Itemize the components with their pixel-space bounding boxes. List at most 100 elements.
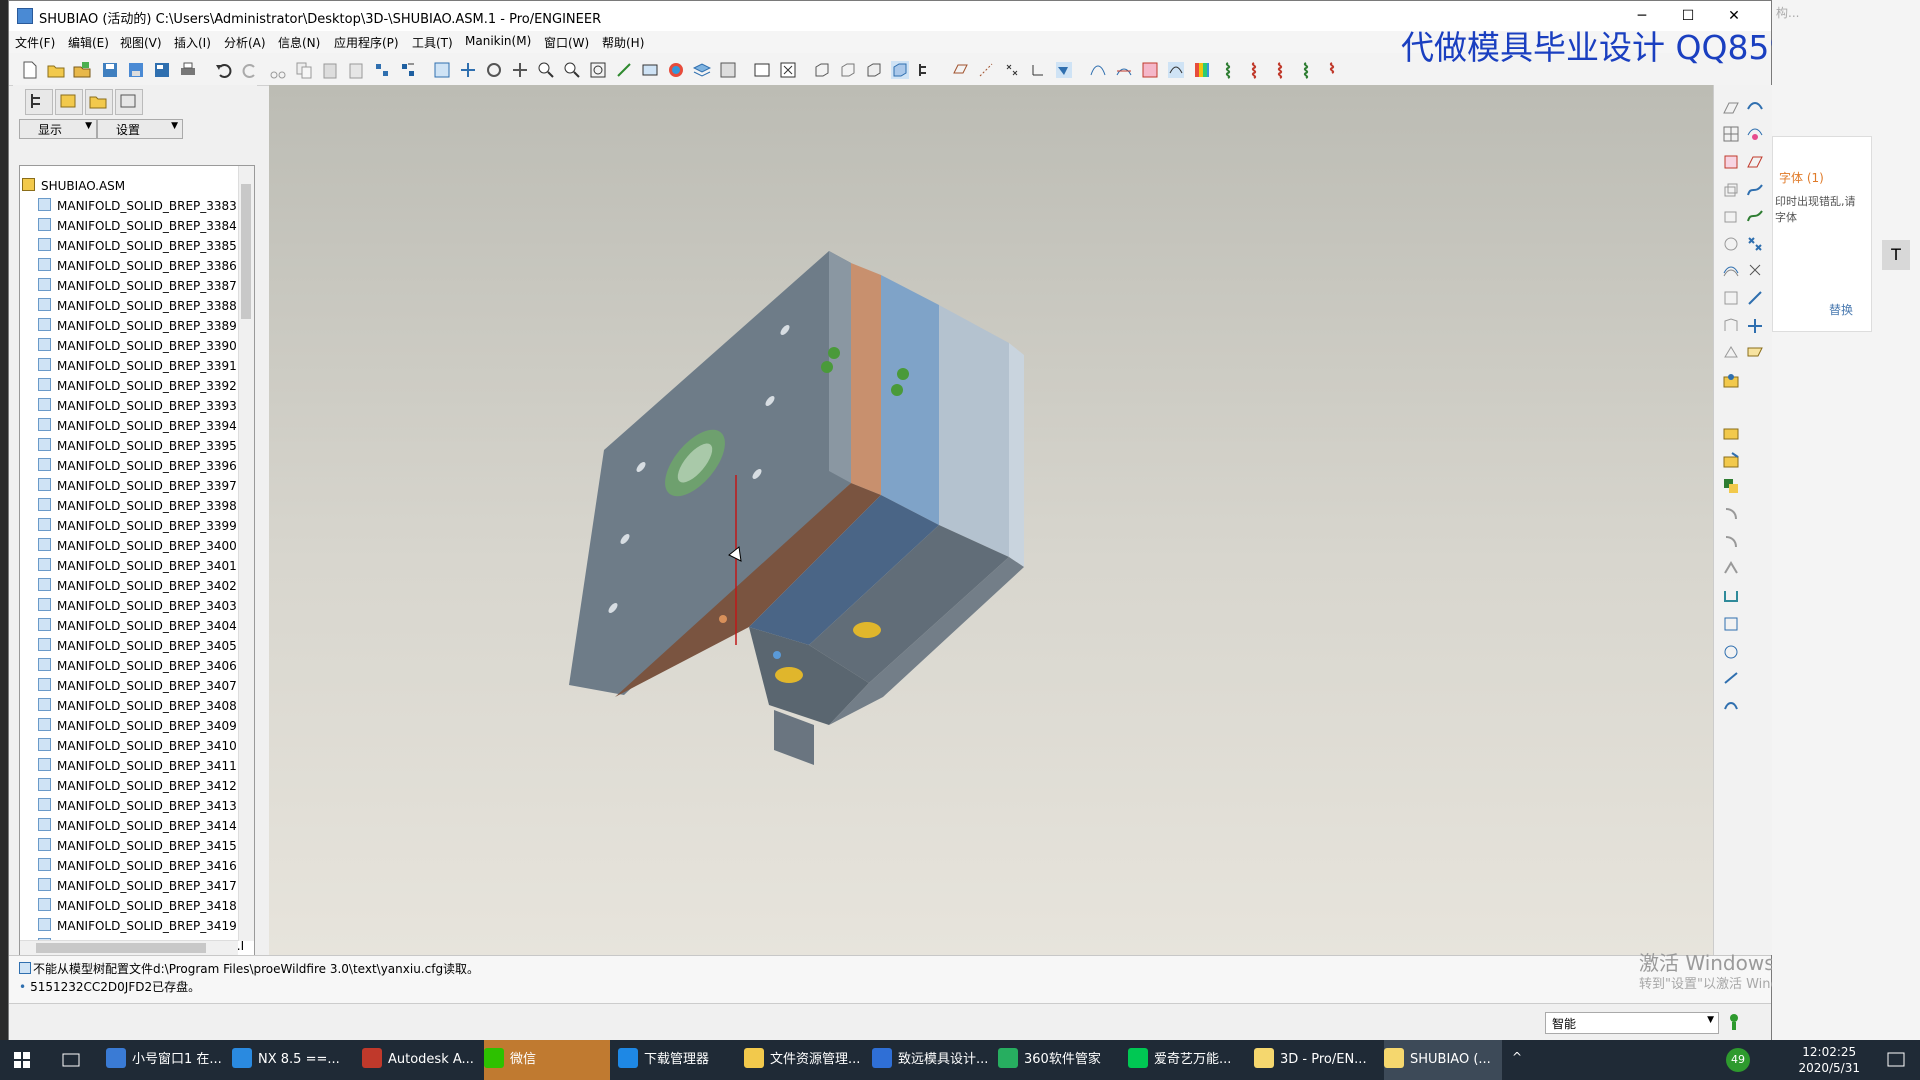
tree-item[interactable]: MANIFOLD_SOLID_BREP_3414.I [38, 818, 244, 838]
color-map-icon[interactable] [1193, 61, 1211, 79]
layers-icon[interactable] [693, 61, 711, 79]
print-icon[interactable] [179, 61, 197, 79]
model-tree-icon[interactable] [917, 61, 935, 79]
taskbar-item[interactable]: SHUBIAO (... [1384, 1040, 1502, 1080]
menu-file[interactable]: 文件(F) [15, 34, 55, 51]
menu-tools[interactable]: 工具(T) [412, 34, 453, 51]
appearance-icon[interactable] [667, 61, 685, 79]
saved-views-icon[interactable] [641, 61, 659, 79]
save-copy-icon[interactable] [127, 61, 145, 79]
rectangle-tool-icon[interactable] [1722, 153, 1740, 171]
tree-item[interactable]: MANIFOLD_SOLID_BREP_3396.I [38, 458, 244, 478]
tree-item[interactable]: MANIFOLD_SOLID_BREP_3397.I [38, 478, 244, 498]
tree-horizontal-scrollbar[interactable] [20, 940, 238, 956]
pan-icon[interactable] [511, 61, 529, 79]
regenerate-manager-icon[interactable] [399, 61, 417, 79]
no-hidden-icon[interactable] [865, 61, 883, 79]
tree-item[interactable]: MANIFOLD_SOLID_BREP_3385.I [38, 238, 244, 258]
taskbar-item[interactable]: 下载管理器 [618, 1040, 738, 1080]
spring-x-icon[interactable] [1323, 61, 1341, 79]
menu-window[interactable]: 窗口(W) [544, 34, 589, 51]
datum-plane-tool-icon[interactable] [1722, 99, 1740, 117]
zoom-out-icon[interactable] [563, 61, 581, 79]
cut-icon[interactable] [269, 61, 287, 79]
tree-item[interactable]: MANIFOLD_SOLID_BREP_3417.I [38, 878, 244, 898]
tree-item[interactable]: MANIFOLD_SOLID_BREP_3384.I [38, 218, 244, 238]
selection-filter[interactable]: 智能 ▼ [1545, 1012, 1719, 1034]
boundary-blend-icon[interactable] [1746, 125, 1764, 143]
grid-tool-icon[interactable] [1722, 125, 1740, 143]
tree-item[interactable]: MANIFOLD_SOLID_BREP_3403.I [38, 598, 244, 618]
revolve-icon[interactable] [1722, 235, 1740, 253]
tree-item[interactable]: MANIFOLD_SOLID_BREP_3408.I [38, 698, 244, 718]
taskbar-item[interactable]: 致远模具设计... [872, 1040, 992, 1080]
tree-item[interactable]: MANIFOLD_SOLID_BREP_3387.I [38, 278, 244, 298]
undo-icon[interactable] [215, 61, 233, 79]
spline-icon[interactable] [1746, 207, 1764, 225]
tree-item[interactable]: MANIFOLD_SOLID_BREP_3413.I [38, 798, 244, 818]
tree-item[interactable]: MANIFOLD_SOLID_BREP_3400.I [38, 538, 244, 558]
tree-item[interactable]: MANIFOLD_SOLID_BREP_3401.I [38, 558, 244, 578]
menu-insert[interactable]: 插入(I) [174, 34, 211, 51]
taskbar-item[interactable]: 小号窗口1 在... [106, 1040, 226, 1080]
tree-vertical-scrollbar[interactable] [238, 166, 254, 941]
menu-analysis[interactable]: 分析(A) [224, 34, 266, 51]
tree-item[interactable]: MANIFOLD_SOLID_BREP_3389.I [38, 318, 244, 338]
new-file-icon[interactable] [21, 61, 39, 79]
pattern-icon[interactable] [1722, 505, 1740, 523]
open-session-icon[interactable] [73, 61, 91, 79]
taskbar-item[interactable]: Autodesk A... [362, 1040, 478, 1080]
tree-item[interactable]: MANIFOLD_SOLID_BREP_3398.I [38, 498, 244, 518]
menu-help[interactable]: 帮助(H) [602, 34, 644, 51]
thicken-icon[interactable] [1722, 669, 1740, 687]
point-tool-icon[interactable] [1746, 235, 1764, 253]
sweep-icon[interactable] [1722, 261, 1740, 279]
taskbar-item[interactable]: 3D - Pro/EN... [1254, 1040, 1378, 1080]
round-icon[interactable] [1722, 423, 1740, 441]
show-dropdown[interactable]: 显示 ▼ [19, 119, 97, 139]
chamfer-icon[interactable] [1722, 451, 1740, 469]
wireframe-icon[interactable] [813, 61, 831, 79]
tray-badge[interactable]: 49 [1726, 1048, 1750, 1072]
tab-favorites[interactable] [115, 89, 143, 115]
tree-item[interactable]: MANIFOLD_SOLID_BREP_3402.I [38, 578, 244, 598]
tree-item[interactable]: MANIFOLD_SOLID_BREP_3406.I [38, 658, 244, 678]
tab-model-tree[interactable] [25, 89, 53, 115]
spring-red-icon[interactable] [1245, 61, 1263, 79]
reflection-icon[interactable] [1167, 61, 1185, 79]
spring-green-icon[interactable] [1297, 61, 1315, 79]
solidify-icon[interactable] [1722, 697, 1740, 715]
curvature-icon[interactable] [1089, 61, 1107, 79]
tree-item[interactable]: MANIFOLD_SOLID_BREP_3405.I [38, 638, 244, 658]
tree-item[interactable]: MANIFOLD_SOLID_BREP_3392.I [38, 378, 244, 398]
tree-item[interactable]: MANIFOLD_SOLID_BREP_3416.I [38, 858, 244, 878]
csys-tool-icon[interactable] [1746, 261, 1764, 279]
draft-icon[interactable] [1722, 477, 1740, 495]
tree-item[interactable]: MANIFOLD_SOLID_BREP_3407.I [38, 678, 244, 698]
tab-folder-browser[interactable] [85, 89, 113, 115]
tree-item[interactable]: MANIFOLD_SOLID_BREP_3393.I [38, 398, 244, 418]
extrude-icon[interactable] [1722, 207, 1740, 225]
tree-item[interactable]: MANIFOLD_SOLID_BREP_3388.I [38, 298, 244, 318]
menu-view[interactable]: 视图(V) [120, 34, 162, 51]
tree-item[interactable]: MANIFOLD_SOLID_BREP_3383.I [38, 198, 244, 218]
hole-icon[interactable] [1722, 371, 1740, 389]
zoom-in-icon[interactable] [537, 61, 555, 79]
datum-axes-icon[interactable] [977, 61, 995, 79]
clock[interactable]: 12:02:25 2020/5/31 [1798, 1044, 1860, 1076]
spring-red2-icon[interactable] [1271, 61, 1289, 79]
tree-item[interactable]: MANIFOLD_SOLID_BREP_3390.I [38, 338, 244, 358]
taskbar-item[interactable]: 爱奇艺万能... [1128, 1040, 1248, 1080]
menu-manikin[interactable]: Manikin(M) [465, 34, 531, 48]
open-folder-icon[interactable] [47, 61, 65, 79]
repaint-icon[interactable] [753, 61, 771, 79]
intersect-icon[interactable] [1746, 317, 1764, 335]
tree-root[interactable]: SHUBIAO.ASM [22, 178, 125, 198]
save-icon[interactable] [101, 61, 119, 79]
relations-icon[interactable] [459, 61, 477, 79]
tree-item[interactable]: MANIFOLD_SOLID_BREP_3411.I [38, 758, 244, 778]
copy-icon[interactable] [295, 61, 313, 79]
tree-item[interactable]: MANIFOLD_SOLID_BREP_3419.I [38, 918, 244, 938]
tree-item[interactable]: MANIFOLD_SOLID_BREP_3399.I [38, 518, 244, 538]
shell-icon[interactable] [1722, 317, 1740, 335]
